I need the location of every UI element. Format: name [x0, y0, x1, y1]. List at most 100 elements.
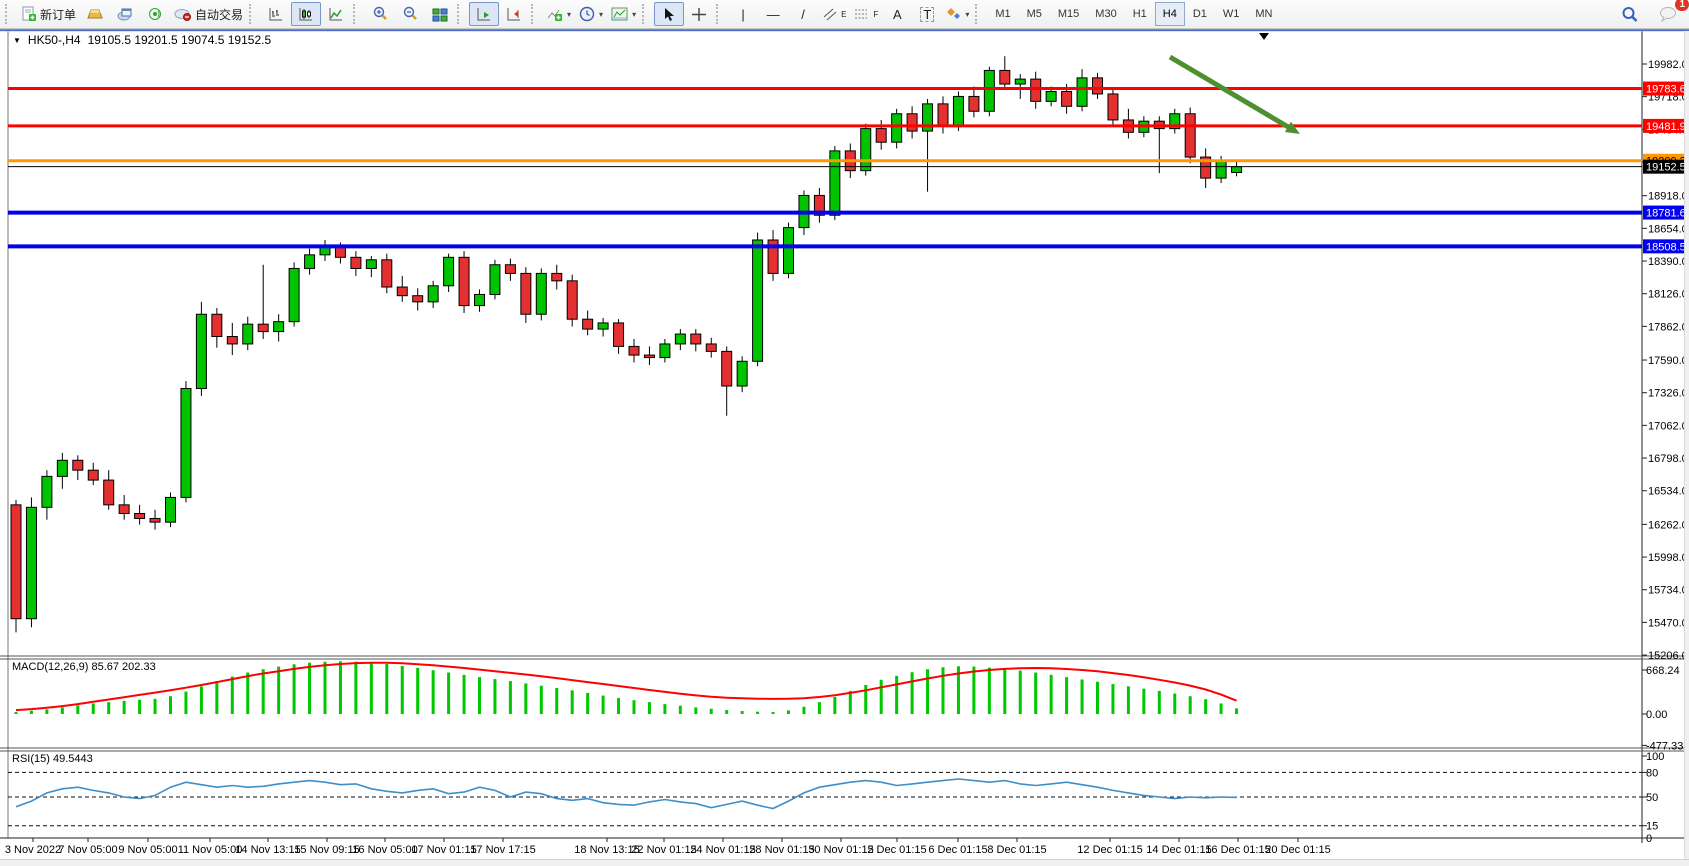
date-tick-label: 20 Dec 01:15	[1265, 844, 1330, 856]
chart-title: ▼ HK50-,H4 19105.5 19201.5 19074.5 19152…	[13, 33, 271, 47]
timeframe-button-H1[interactable]: H1	[1125, 2, 1155, 26]
text-label-tool-button[interactable]: T	[912, 2, 942, 26]
macd-histogram-bar	[678, 705, 682, 714]
macd-histogram-bar	[941, 667, 945, 714]
timeframe-button-M1[interactable]: M1	[987, 2, 1018, 26]
templates-button[interactable]: ▾	[607, 2, 640, 26]
arrows-tool-button[interactable]: ▾	[942, 2, 973, 26]
candle-body	[891, 113, 903, 143]
macd-histogram-bar	[1173, 693, 1177, 714]
candle-body	[10, 504, 22, 620]
indicators-button[interactable]: ▾	[543, 2, 575, 26]
macd-histogram-bar	[663, 704, 667, 714]
crosshair-tool-button[interactable]	[684, 2, 714, 26]
notifications-button[interactable]: 1	[1653, 0, 1689, 26]
candle-body	[334, 246, 346, 258]
timeframe-button-M5[interactable]: M5	[1019, 2, 1050, 26]
auto-scroll-button[interactable]	[469, 2, 500, 26]
candle-body	[690, 333, 702, 345]
macd-histogram-bar	[647, 702, 651, 714]
macd-histogram-bar	[1096, 681, 1099, 714]
bar-chart-button[interactable]	[261, 2, 291, 26]
macd-histogram-bar	[184, 691, 188, 714]
macd-histogram-bar	[45, 709, 49, 714]
macd-histogram-bar	[462, 674, 466, 714]
candlestick-chart-button[interactable]	[291, 2, 322, 26]
macd-histogram-bar	[1034, 672, 1038, 714]
search-button[interactable]	[1615, 2, 1645, 26]
candle-body	[535, 272, 547, 315]
price-tick-label: 16262.0	[1648, 519, 1688, 531]
timeframe-button-W1[interactable]: W1	[1215, 2, 1248, 26]
candle-body	[504, 264, 516, 274]
rsi-tick-label: 15	[1646, 821, 1658, 833]
timeframe-button-D1[interactable]: D1	[1185, 2, 1215, 26]
candle-body	[983, 69, 995, 112]
candle-body	[134, 513, 146, 519]
line-chart-button[interactable]	[321, 2, 351, 26]
price-tick-label: 17326.0	[1648, 388, 1688, 400]
macd-histogram-bar	[817, 702, 821, 714]
candle-body	[489, 264, 501, 295]
horizontal-line-tool-button[interactable]: —	[758, 2, 788, 26]
candle-body	[427, 285, 439, 303]
toolbar-right-icons: 1	[1615, 0, 1689, 26]
chart-shift-button[interactable]	[499, 2, 529, 26]
chart-title-arrow-icon: ▼	[13, 35, 21, 45]
vertical-line-icon: |	[741, 6, 745, 22]
price-level-badge-text: 18781.6	[1646, 208, 1686, 220]
cursor-tool-button[interactable]	[654, 2, 685, 26]
candle-body	[365, 259, 377, 269]
timeframe-button-M15[interactable]: M15	[1050, 2, 1087, 26]
date-tick-label: 3 Nov 2022	[5, 844, 61, 856]
candle-body	[304, 254, 316, 269]
candle-body	[165, 496, 176, 523]
macd-histogram-bar	[740, 711, 744, 714]
signals-button[interactable]	[140, 2, 170, 26]
vertical-line-tool-button[interactable]: |	[728, 2, 758, 26]
price-tick-label: 18918.0	[1648, 191, 1688, 203]
zoom-out-button[interactable]	[395, 2, 425, 26]
macd-histogram-bar	[153, 698, 157, 714]
zoom-in-button[interactable]	[365, 2, 395, 26]
horizontal-line-icon: —	[766, 6, 780, 22]
zoom-in-icon	[373, 6, 387, 20]
price-tick-label: 15206.0	[1648, 650, 1688, 662]
candle-body	[195, 313, 207, 390]
macd-histogram-bar	[539, 685, 543, 714]
timeframe-button-M30[interactable]: M30	[1087, 2, 1124, 26]
rsi-indicator-label[interactable]: RSI(15) 49.5443	[12, 753, 93, 765]
text-tool-button[interactable]: A	[882, 2, 912, 26]
price-tick-label: 17862.0	[1648, 321, 1688, 333]
candle-body	[1030, 78, 1042, 102]
macd-histogram-bar	[1142, 688, 1146, 714]
timeframe-button-H4[interactable]: H4	[1154, 2, 1185, 26]
macd-histogram-bar	[1126, 686, 1130, 714]
timeframe-button-MN[interactable]: MN	[1247, 2, 1280, 26]
candle-body	[1014, 78, 1026, 85]
macd-histogram-bar	[895, 675, 899, 714]
chart-window-button[interactable]	[110, 2, 140, 26]
macd-histogram-bar	[447, 672, 451, 714]
chart-symbol-period: HK50-,H4	[27, 33, 81, 47]
periods-button[interactable]: ▾	[575, 2, 607, 26]
macd-indicator-label[interactable]: MACD(12,26,9) 85.67 202.33	[12, 661, 156, 673]
market-watch-button[interactable]	[80, 2, 110, 26]
candle-body	[1107, 93, 1119, 121]
macd-histogram-bar	[848, 690, 852, 714]
macd-histogram-bar	[169, 696, 172, 714]
macd-histogram-bar	[369, 662, 373, 714]
trendline-tool-button[interactable]: /	[788, 2, 818, 26]
tile-windows-button[interactable]	[425, 2, 455, 26]
candle-body	[257, 323, 269, 333]
macd-histogram-bar	[1111, 684, 1115, 714]
chart-canvas[interactable]: 19982.019718.019454.019190.018918.018654…	[0, 0, 1689, 866]
auto-trading-button[interactable]: 自动交易	[170, 2, 247, 26]
channel-tool-button[interactable]: E	[818, 2, 850, 26]
macd-histogram-bar	[14, 712, 18, 714]
fibonacci-tool-button[interactable]: F	[850, 2, 882, 26]
new-order-button[interactable]: 新订单	[17, 2, 80, 26]
candle-body	[1092, 77, 1103, 95]
date-tick-label: 6 Dec 01:15	[928, 844, 987, 856]
macd-histogram-bar	[725, 710, 729, 714]
